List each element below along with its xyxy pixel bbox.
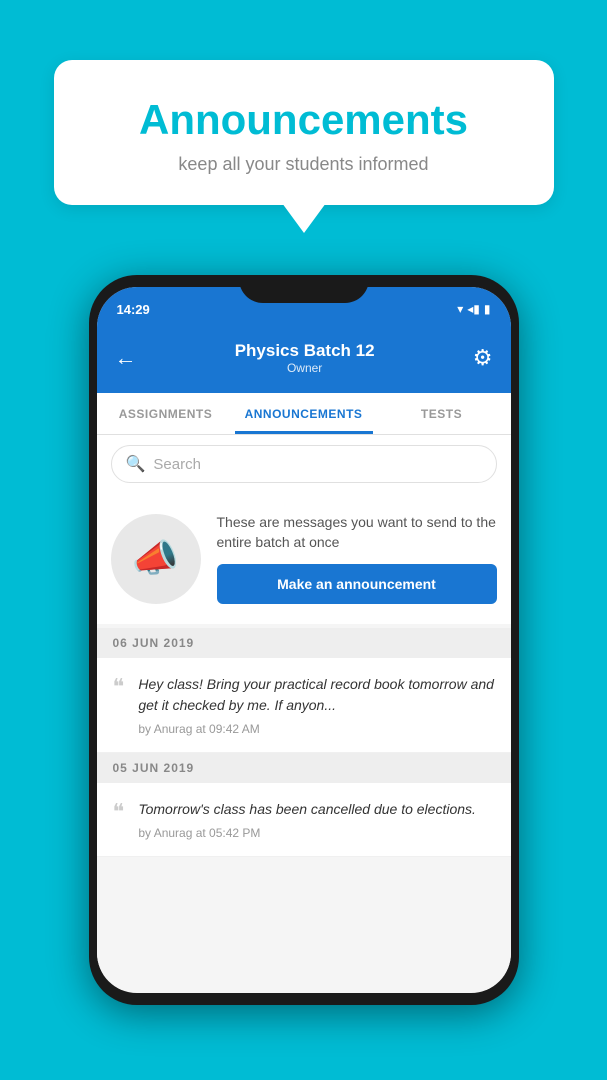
notch [239,275,369,303]
search-icon: 🔍 [126,454,146,474]
search-bar[interactable]: 🔍 Search [111,445,497,483]
announcement-text-1: Hey class! Bring your practical record b… [138,674,494,716]
search-wrapper: 🔍 Search [97,435,511,493]
announcement-text-2: Tomorrow's class has been cancelled due … [138,799,494,820]
back-button[interactable]: ← [115,345,137,371]
top-section: Announcements keep all your students inf… [0,0,607,205]
tab-tests[interactable]: TESTS [373,393,511,434]
signal-icon: ◂▮ [467,302,480,316]
quote-icon-2: ❝ [113,801,125,823]
search-placeholder: Search [153,456,201,473]
app-bar: ← Physics Batch 12 Owner ⚙ [97,323,511,393]
battery-icon: ▮ [484,302,491,316]
status-time: 14:29 [117,302,150,317]
screen-body: 🔍 Search 📣 These are messages you want t… [97,435,511,990]
announcement-meta-2: by Anurag at 05:42 PM [138,826,494,840]
make-announcement-button[interactable]: Make an announcement [217,564,497,604]
announcement-item-1[interactable]: ❝ Hey class! Bring your practical record… [97,658,511,753]
bubble-subtitle: keep all your students informed [94,154,514,175]
announcement-content-1: Hey class! Bring your practical record b… [138,674,494,736]
announcement-content-2: Tomorrow's class has been cancelled due … [138,799,494,840]
phone-screen: 14:29 ▾ ◂▮ ▮ ← Physics Batch 12 Owner ⚙ [97,287,511,993]
megaphone-icon: 📣 [132,537,179,581]
promo-area: 📣 These are messages you want to send to… [97,493,511,624]
phone-wrapper: 14:29 ▾ ◂▮ ▮ ← Physics Batch 12 Owner ⚙ [0,275,607,1005]
promo-right: These are messages you want to send to t… [217,513,497,604]
megaphone-circle: 📣 [111,514,201,604]
speech-bubble: Announcements keep all your students inf… [54,60,554,205]
date-header-1: 06 JUN 2019 [97,628,511,658]
wifi-icon: ▾ [457,302,463,316]
app-bar-title: Physics Batch 12 [235,341,375,361]
tabs: ASSIGNMENTS ANNOUNCEMENTS TESTS [97,393,511,435]
quote-icon-1: ❝ [113,676,125,698]
promo-text: These are messages you want to send to t… [217,513,497,552]
bubble-title: Announcements [94,96,514,144]
tab-assignments[interactable]: ASSIGNMENTS [97,393,235,434]
app-bar-subtitle: Owner [235,361,375,375]
settings-icon[interactable]: ⚙ [473,345,493,371]
phone: 14:29 ▾ ◂▮ ▮ ← Physics Batch 12 Owner ⚙ [89,275,519,1005]
announcement-item-2[interactable]: ❝ Tomorrow's class has been cancelled du… [97,783,511,857]
date-header-2: 05 JUN 2019 [97,753,511,783]
app-bar-center: Physics Batch 12 Owner [235,341,375,375]
announcement-meta-1: by Anurag at 09:42 AM [138,722,494,736]
status-icons: ▾ ◂▮ ▮ [457,302,490,316]
tab-announcements[interactable]: ANNOUNCEMENTS [235,393,373,434]
